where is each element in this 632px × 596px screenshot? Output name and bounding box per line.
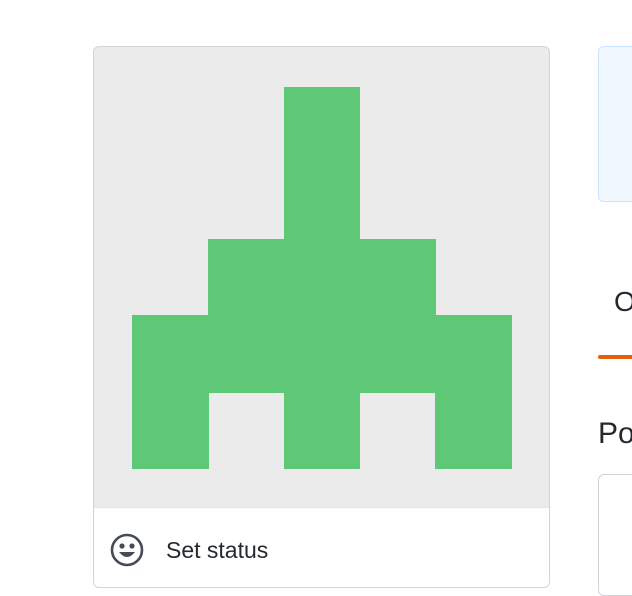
identicon-block-top <box>284 87 360 240</box>
set-status-label: Set status <box>166 537 269 563</box>
tab-overview[interactable]: O <box>598 250 632 359</box>
identicon-leg-center <box>284 392 360 469</box>
pinned-repo-card[interactable] <box>598 474 632 596</box>
identicon-block-middle <box>208 239 436 316</box>
tab-selected-indicator <box>598 355 632 359</box>
section-heading: Po <box>598 417 632 450</box>
identicon-block-wide <box>132 315 512 393</box>
set-status-button[interactable]: Set status <box>94 507 549 587</box>
identicon-avatar[interactable] <box>94 47 549 507</box>
identicon-leg-left <box>132 392 209 469</box>
identicon-leg-right <box>435 392 512 469</box>
avatar-card[interactable]: Set status <box>93 46 550 588</box>
tab-label: O <box>614 286 632 317</box>
smiley-icon <box>110 533 144 567</box>
info-banner <box>598 46 632 202</box>
